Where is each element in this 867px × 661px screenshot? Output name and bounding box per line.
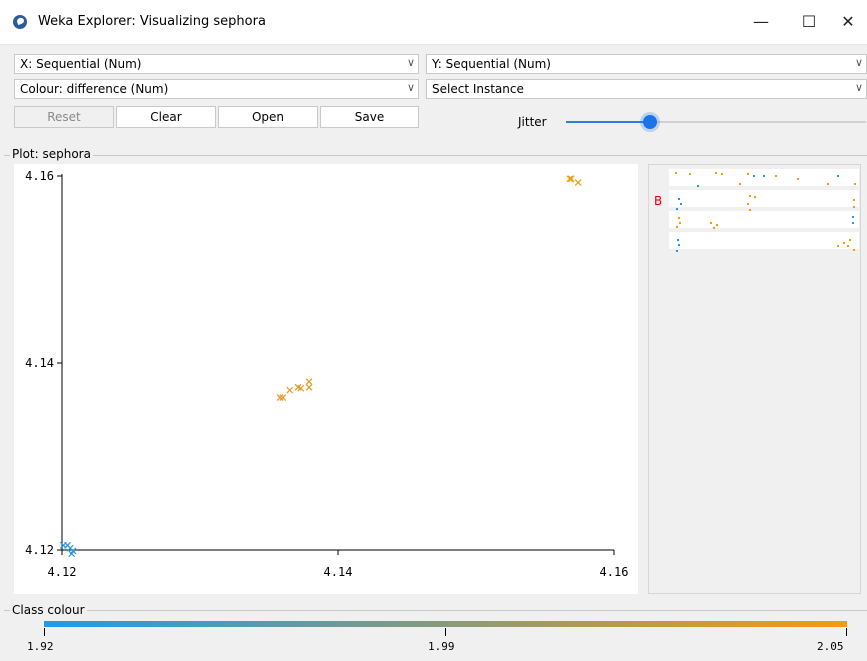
jitter-slider-fill: [566, 121, 650, 123]
y-tick-label: 4.12: [25, 543, 54, 557]
y-tick-label: 4.16: [25, 169, 54, 183]
strip-point: [710, 222, 712, 224]
y-tick-label: 4.14: [25, 356, 54, 370]
y-axis-select[interactable]: Y: Sequential (Num) ∨: [426, 54, 867, 74]
attribute-bars-canvas[interactable]: B: [649, 165, 860, 593]
scale-mid-label: 1.99: [428, 640, 455, 653]
attribute-strip[interactable]: [669, 211, 859, 228]
strip-point: [676, 208, 678, 210]
strip-point: [679, 222, 681, 224]
clear-button[interactable]: Clear: [116, 106, 216, 128]
colour-select[interactable]: Colour: difference (Num) ∨: [14, 79, 419, 99]
data-point[interactable]: [305, 383, 313, 391]
strip-point: [677, 239, 679, 241]
jitter-label: Jitter: [518, 115, 547, 129]
strip-point: [853, 249, 855, 251]
strip-point: [721, 173, 723, 175]
strip-point: [697, 185, 699, 187]
strip-point: [852, 222, 854, 224]
plot-group-label: Plot: sephora: [10, 147, 93, 161]
attribute-strip[interactable]: [669, 232, 859, 249]
chevron-down-icon: ∨: [854, 81, 863, 94]
weka-app-icon: [13, 15, 27, 29]
strip-point: [675, 172, 677, 174]
scale-tick-mid: [445, 628, 446, 636]
strip-point: [676, 226, 678, 228]
strip-point: [843, 242, 845, 244]
strip-point: [854, 183, 856, 185]
scatter-plot-canvas[interactable]: 4.16 4.14 4.12 4.12 4.14 4.16: [14, 164, 638, 594]
colour-select-value: Colour: difference (Num): [20, 82, 169, 96]
strip-point: [678, 198, 680, 200]
strip-point: [847, 245, 849, 247]
strip-point: [747, 173, 749, 175]
strip-point: [754, 196, 756, 198]
strip-point: [753, 175, 755, 177]
strip-point: [689, 173, 691, 175]
strip-point: [680, 203, 682, 205]
strip-point: [676, 250, 678, 252]
strip-point: [749, 195, 751, 197]
window-title: Weka Explorer: Visualizing sephora: [38, 14, 266, 29]
plot-group-border: [4, 155, 867, 156]
scale-min-label: 1.92: [27, 640, 54, 653]
strip-point: [763, 175, 765, 177]
select-instance-select[interactable]: Select Instance ∨: [426, 79, 867, 99]
select-instance-value: Select Instance: [432, 82, 524, 96]
chevron-down-icon: ∨: [406, 81, 415, 94]
jitter-slider-thumb[interactable]: [643, 115, 657, 129]
reset-button[interactable]: Reset: [14, 106, 114, 128]
strip-point: [827, 183, 829, 185]
strip-point: [749, 209, 751, 211]
data-point[interactable]: [574, 179, 582, 186]
strip-point: [716, 224, 718, 226]
strip-point: [837, 175, 839, 177]
strip-point: [849, 239, 851, 241]
jitter-slider[interactable]: [566, 115, 866, 129]
x-tick-label: 4.16: [600, 565, 629, 579]
strip-point: [797, 178, 799, 180]
open-button[interactable]: Open: [218, 106, 318, 128]
scatter-plot[interactable]: 4.16 4.14 4.12 4.12 4.14 4.16: [14, 164, 638, 594]
strip-point: [747, 203, 749, 205]
scale-tick-min: [44, 628, 45, 636]
x-tick-label: 4.12: [48, 565, 77, 579]
chevron-down-icon: ∨: [854, 56, 863, 69]
x-axis-select[interactable]: X: Sequential (Num) ∨: [14, 54, 419, 74]
attribute-strip[interactable]: [669, 169, 859, 186]
maximize-icon[interactable]: ☐: [789, 7, 829, 37]
attribute-matrix-panel[interactable]: B: [648, 164, 861, 594]
data-point[interactable]: [305, 378, 313, 386]
strip-point: [715, 172, 717, 174]
scale-max-label: 2.05: [817, 640, 844, 653]
strip-point: [678, 217, 680, 219]
strip-point: [853, 199, 855, 201]
attribute-strip[interactable]: [669, 190, 859, 207]
strip-point: [775, 175, 777, 177]
strip-point: [678, 244, 680, 246]
strip-point: [713, 227, 715, 229]
class-colour-label: Class colour: [10, 603, 87, 617]
strip-point: [739, 183, 741, 185]
strip-label-b: B: [654, 194, 662, 208]
data-point[interactable]: [286, 386, 294, 394]
y-axis-select-value: Y: Sequential (Num): [432, 57, 551, 71]
class-colour-gradient: [44, 621, 847, 627]
class-colour-group-border: [4, 610, 867, 611]
strip-point: [837, 245, 839, 247]
strip-point: [853, 206, 855, 208]
minimize-icon[interactable]: —: [741, 7, 781, 37]
close-icon[interactable]: ✕: [828, 7, 867, 37]
x-tick-label: 4.14: [324, 565, 353, 579]
x-axis-select-value: X: Sequential (Num): [20, 57, 142, 71]
title-bar: Weka Explorer: Visualizing sephora — ☐ ✕: [0, 0, 867, 45]
save-button[interactable]: Save: [320, 106, 419, 128]
scale-tick-max: [846, 628, 847, 636]
strip-point: [852, 216, 854, 218]
chevron-down-icon: ∨: [406, 56, 415, 69]
